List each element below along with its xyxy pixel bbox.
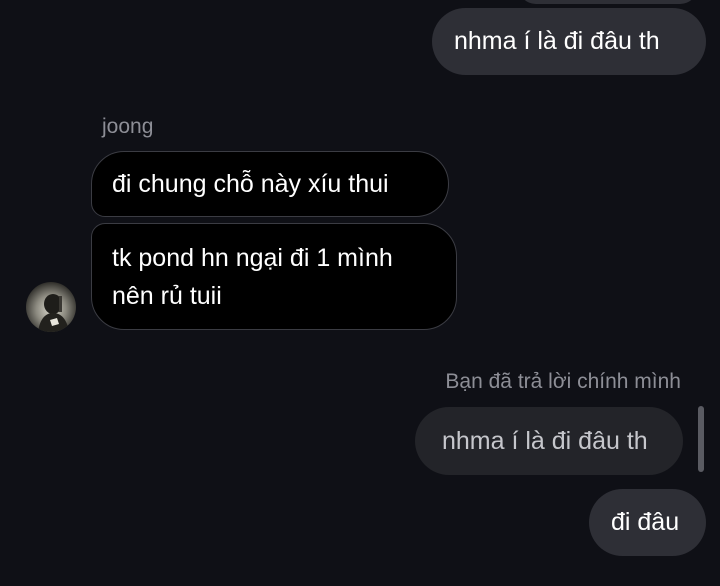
reply-indicator-bar <box>698 406 704 472</box>
outgoing-message-bubble[interactable]: nhma í là đi đâu th <box>432 8 706 75</box>
incoming-message-bubble[interactable]: tk pond hn ngại đi 1 mình nên rủ tuii <box>91 223 457 330</box>
sender-name: joong <box>102 115 154 138</box>
previous-message-bubble-edge <box>518 0 698 4</box>
outgoing-message-text: nhma í là đi đâu th <box>454 27 660 55</box>
avatar[interactable] <box>26 282 76 332</box>
incoming-message-text: đi chung chỗ này xíu thui <box>112 170 389 198</box>
incoming-message-line: tk pond hn ngại đi 1 mình <box>112 244 393 272</box>
outgoing-reply-bubble[interactable]: đi đâu <box>589 489 706 556</box>
avatar-image <box>38 294 69 332</box>
quoted-message-text: nhma í là đi đâu th <box>442 427 648 455</box>
incoming-message-line: nên rủ tuii <box>112 282 222 310</box>
quoted-message-bubble[interactable]: nhma í là đi đâu th <box>415 407 683 475</box>
incoming-message-bubble[interactable]: đi chung chỗ này xíu thui <box>91 151 449 217</box>
outgoing-reply-text: đi đâu <box>611 508 680 536</box>
chat-thread: nhma í là đi đâu th joong đi chung chỗ n… <box>0 0 720 586</box>
reply-context-label: Bạn đã trả lời chính mình <box>445 370 681 393</box>
